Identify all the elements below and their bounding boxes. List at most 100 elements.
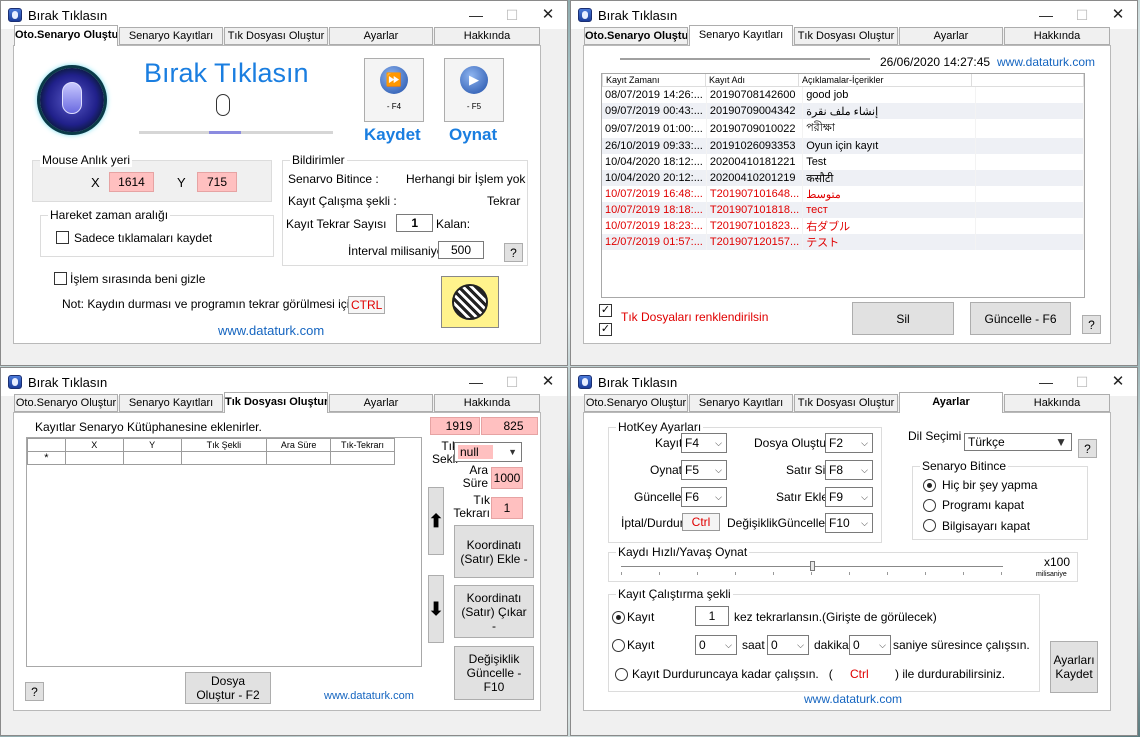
tab-oto-senaryo[interactable]: Oto.Senaryo Oluştur — [14, 394, 118, 412]
table-row[interactable]: 10/04/2020 18:12:... 20200410181221 Test — [602, 154, 1084, 170]
dosya-olustur-button[interactable]: Dosya Oluştur - F2 — [185, 672, 271, 704]
tab-tik-dosyasi[interactable]: Tık Dosyası Oluştur — [224, 392, 328, 413]
close-button[interactable]: ✕ — [1103, 4, 1133, 26]
arrow-up-button[interactable]: ⬆ — [428, 487, 444, 555]
tab-tik-dosyasi[interactable]: Tık Dosyası Oluştur — [794, 394, 898, 412]
arrow-down-button[interactable]: ⬇ — [428, 575, 444, 643]
tab-ayarlar[interactable]: Ayarlar — [899, 392, 1003, 413]
tik-tekrari-value[interactable]: 1 — [491, 497, 523, 519]
kaydet-button[interactable]: ⏩ - F4 — [364, 58, 424, 122]
grid-col-y[interactable]: Y — [122, 438, 182, 452]
opt-hicbir-radio[interactable] — [923, 479, 936, 492]
hk-satirekle-select[interactable]: F9 ⌵ — [825, 487, 873, 507]
hk-guncelle-select[interactable]: F6 ⌵ — [681, 487, 727, 507]
tab-tik-dosyasi[interactable]: Tık Dosyası Oluştur — [794, 27, 898, 45]
dil-select[interactable]: Türkçe ▼ — [964, 433, 1072, 451]
help-button[interactable]: ? — [1078, 439, 1097, 458]
tab-ayarlar[interactable]: Ayarlar — [329, 394, 433, 412]
grid-col-x[interactable]: X — [64, 438, 124, 452]
opt-kapat-radio[interactable] — [923, 499, 936, 512]
guncelle-button[interactable]: Güncelle - F6 — [970, 302, 1071, 335]
saat-select[interactable]: 0 ⌵ — [695, 635, 737, 655]
koordinat-cikar-button[interactable]: Koordinatı (Satır) Çıkar - — [454, 585, 534, 638]
calistirma-r1-radio[interactable] — [612, 611, 625, 624]
tekrar-count-input[interactable]: 1 — [695, 606, 729, 626]
table-row[interactable]: 08/07/2019 14:26:... 20190708142600 good j… — [602, 87, 1084, 103]
tab-senaryo-kayitlari[interactable]: Senaryo Kayıtları — [119, 27, 223, 45]
opt-bilgisayar-radio[interactable] — [923, 519, 936, 532]
maximize-button[interactable]: ☐ — [1067, 371, 1097, 393]
check-icon-1[interactable]: ✓ — [599, 304, 612, 317]
hk-satirsil-select[interactable]: F8 ⌵ — [825, 460, 873, 480]
table-row[interactable]: 10/07/2019 16:48:... T201907101648... متوس… — [602, 186, 1084, 202]
close-button[interactable]: ✕ — [533, 371, 563, 393]
website-link[interactable]: www.dataturk.com — [804, 692, 902, 706]
help-button[interactable]: ? — [25, 682, 44, 701]
coordinates-grid[interactable]: X Y Tık Şekli Ara Süre Tık-Tekrarı * — [26, 437, 422, 667]
tab-ayarlar[interactable]: Ayarlar — [899, 27, 1003, 45]
gizle-checkbox[interactable] — [54, 272, 67, 285]
speed-slider-track[interactable] — [621, 561, 1003, 571]
tab-oto-senaryo[interactable]: Oto.Senaryo Oluştur — [584, 394, 688, 412]
hk-oynat-select[interactable]: F5 ⌵ — [681, 460, 727, 480]
calistirma-r2-radio[interactable] — [612, 639, 625, 652]
saniye-select[interactable]: 0 ⌵ — [849, 635, 891, 655]
help-button[interactable]: ? — [1082, 315, 1101, 334]
interval-input[interactable]: 500 — [438, 241, 484, 259]
minimize-button[interactable]: — — [461, 4, 491, 26]
maximize-button[interactable]: ☐ — [497, 371, 527, 393]
table-row[interactable]: 09/07/2019 00:43:... 20190709004342 إنشاء … — [602, 103, 1084, 119]
tab-ayarlar[interactable]: Ayarlar — [329, 27, 433, 45]
sil-button[interactable]: Sil — [852, 302, 954, 335]
hk-kayit-select[interactable]: F4 ⌵ — [681, 433, 727, 453]
website-link[interactable]: www.dataturk.com — [997, 55, 1095, 69]
help-button[interactable]: ? — [504, 243, 523, 262]
tab-senaryo-kayitlari[interactable]: Senaryo Kayıtları — [119, 394, 223, 412]
table-row[interactable]: 09/07/2019 01:00:... 20190709010022 পরীক্ষ… — [602, 119, 1084, 138]
table-row[interactable]: 10/07/2019 18:23:... T201907101823... 右ダブル — [602, 218, 1084, 234]
close-button[interactable]: ✕ — [1103, 371, 1133, 393]
minimize-button[interactable]: — — [1031, 4, 1061, 26]
table-row[interactable]: * — [27, 451, 395, 465]
minimize-button[interactable]: — — [1031, 371, 1061, 393]
grid-col-tik-sekli[interactable]: Tık Şekli — [180, 438, 268, 452]
tab-hakkinda[interactable]: Hakkında — [434, 394, 540, 412]
tab-senaryo-kayitlari[interactable]: Senaryo Kayıtları — [689, 394, 793, 412]
table-row[interactable]: 12/07/2019 01:57:... T201907120157... テスト — [602, 234, 1084, 250]
table-row[interactable]: 26/10/2019 09:33:... 20191026093353 Oyun i… — [602, 138, 1084, 154]
sadece-checkbox[interactable] — [56, 231, 69, 244]
tab-oto-senaryo[interactable]: Oto.Senaryo Oluştur — [14, 25, 118, 46]
maximize-button[interactable]: ☐ — [497, 4, 527, 26]
oynat-button[interactable]: ▶ - F5 — [444, 58, 504, 122]
degisiklik-guncelle-button[interactable]: Değişiklik Güncelle - F10 — [454, 646, 534, 700]
tekrar-input[interactable]: 1 — [396, 214, 433, 232]
grid-col-ara-sure[interactable]: Ara Süre — [266, 438, 332, 452]
calistirma-r3-radio[interactable] — [615, 668, 628, 681]
minimize-button[interactable]: — — [461, 371, 491, 393]
tab-oto-senaryo[interactable]: Oto.Senaryo Oluştur — [584, 27, 688, 45]
col-kayit-zamani[interactable]: Kayıt Zamanı — [602, 74, 706, 87]
hk-dosya-select[interactable]: F2 ⌵ — [825, 433, 873, 453]
ara-sure-value[interactable]: 1000 — [491, 467, 523, 489]
dakika-select[interactable]: 0 ⌵ — [767, 635, 809, 655]
speed-slider-thumb[interactable] — [810, 561, 815, 571]
table-row[interactable]: 10/04/2020 20:12:... 20200410201219 कसौटी — [602, 170, 1084, 186]
tab-tik-dosyasi[interactable]: Tık Dosyası Oluştur — [224, 27, 328, 45]
tab-hakkinda[interactable]: Hakkında — [1004, 394, 1110, 412]
grid-col-tik-tekrari[interactable]: Tık-Tekrarı — [330, 438, 395, 452]
renk-checkbox[interactable]: ✓ — [599, 323, 612, 336]
col-kayit-adi[interactable]: Kayıt Adı — [705, 74, 799, 87]
tab-hakkinda[interactable]: Hakkında — [1004, 27, 1110, 45]
table-row[interactable]: 10/07/2019 18:18:... T201907101818... тест — [602, 202, 1084, 218]
col-aciklamalar[interactable]: Açıklamalar-İçerikler — [798, 74, 972, 87]
records-list[interactable]: Kayıt Zamanı Kayıt Adı Açıklamalar-İçeri… — [601, 73, 1085, 298]
ayarlari-kaydet-button[interactable]: Ayarları Kaydet — [1050, 641, 1098, 693]
tab-senaryo-kayitlari[interactable]: Senaryo Kayıtları — [689, 25, 793, 46]
maximize-button[interactable]: ☐ — [1067, 4, 1097, 26]
koordinat-ekle-button[interactable]: Koordinatı (Satır) Ekle - — [454, 525, 534, 578]
website-link[interactable]: www.dataturk.com — [218, 323, 324, 338]
tik-sekli-select[interactable]: null ▼ — [454, 442, 522, 462]
website-link[interactable]: www.dataturk.com — [324, 690, 414, 702]
hk-degisiklik-select[interactable]: F10 ⌵ — [825, 513, 873, 533]
tab-hakkinda[interactable]: Hakkında — [434, 27, 540, 45]
